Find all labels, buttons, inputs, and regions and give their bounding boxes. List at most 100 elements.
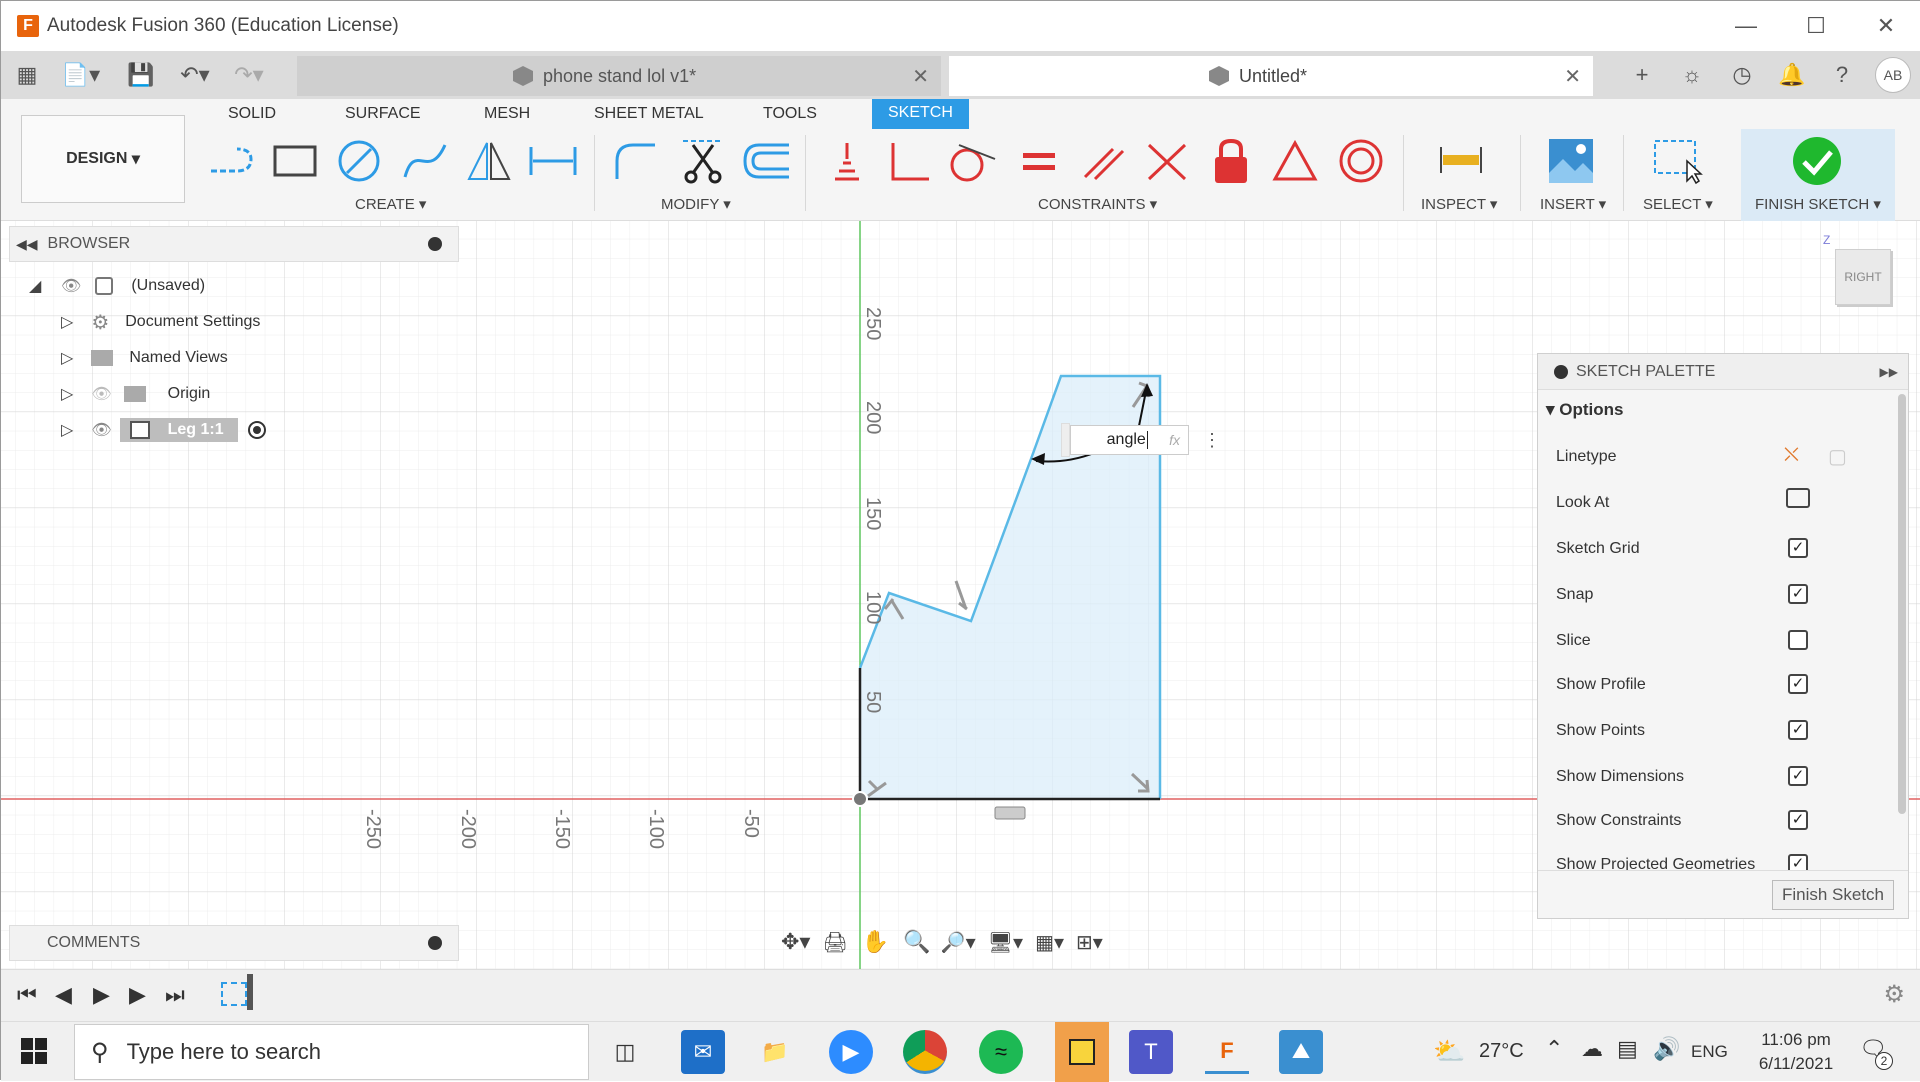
trim-scissors-icon[interactable] [677, 133, 729, 189]
zoom-window-icon[interactable]: 🔎▾ [941, 930, 976, 955]
ws-tab-sketch[interactable]: SKETCH [872, 99, 969, 129]
file-explorer-icon[interactable]: 📁 [753, 1030, 797, 1074]
file-menu-icon[interactable]: 📄▾ [61, 51, 101, 99]
browser-item-origin[interactable]: ▷ 👁 Origin [61, 379, 210, 409]
group-constraints[interactable]: CONSTRAINTS ▾ [1038, 195, 1157, 213]
group-modify[interactable]: MODIFY ▾ [661, 195, 731, 213]
redo-icon[interactable]: ↷▾ [229, 51, 269, 99]
expand-triangle-icon[interactable]: ▷ [61, 384, 73, 404]
job-status-clock-icon[interactable]: ◷ [1717, 62, 1767, 88]
tab-close-icon[interactable]: ✕ [912, 64, 929, 89]
notifications-bell-icon[interactable]: 🔔 [1767, 62, 1817, 88]
finish-sketch-check-icon[interactable] [1791, 133, 1843, 189]
timeline-marker[interactable] [247, 974, 253, 1010]
extensions-icon[interactable]: ☼ [1667, 62, 1717, 88]
orbit-icon[interactable]: ✥▾ [781, 929, 810, 955]
dimension-value-field[interactable]: angle fx [1069, 425, 1189, 455]
group-create[interactable]: CREATE ▾ [355, 195, 426, 213]
timeline-settings-gear-icon[interactable]: ⚙ [1883, 980, 1905, 1009]
look-at-icon[interactable] [1786, 488, 1810, 508]
tab-close-icon[interactable]: ✕ [1564, 64, 1581, 89]
browser-root-item[interactable]: ◢ 👁 (Unsaved) [29, 271, 205, 301]
viewports-icon[interactable]: ⊞▾ [1076, 930, 1103, 955]
activate-radio-icon[interactable] [247, 421, 266, 439]
show-constraints-checkbox[interactable]: ✓ [1788, 810, 1808, 830]
more-options-icon[interactable]: ⋮ [1203, 430, 1221, 451]
data-panel-grid-icon[interactable]: ▦ [7, 51, 47, 99]
tab-phone-stand[interactable]: phone stand lol v1* ✕ [297, 56, 941, 96]
input-grip[interactable] [1061, 423, 1070, 457]
group-inspect[interactable]: INSPECT ▾ [1421, 195, 1497, 213]
photos-icon[interactable]: ⛰ [1279, 1030, 1323, 1074]
concentric-constraint-icon[interactable] [1335, 133, 1387, 189]
go-to-start-icon[interactable]: ⏮ [17, 982, 37, 1008]
workspace-switcher[interactable]: DESIGN ▾ [21, 115, 185, 203]
line-tool-icon[interactable] [205, 133, 257, 189]
finish-sketch-button[interactable]: Finish Sketch [1772, 880, 1894, 910]
sticky-notes-icon[interactable] [1055, 1022, 1109, 1082]
taskbar-search[interactable]: ⚲ Type here to search [74, 1024, 589, 1080]
group-insert[interactable]: INSERT ▾ [1540, 195, 1606, 213]
tab-untitled[interactable]: Untitled* ✕ [949, 56, 1593, 96]
dimension-tool-icon[interactable] [527, 133, 579, 189]
mirror-tool-icon[interactable] [463, 133, 515, 189]
minimize-button[interactable]: — [1711, 1, 1781, 51]
slice-checkbox[interactable] [1788, 630, 1808, 650]
user-avatar[interactable]: AB [1875, 57, 1911, 93]
fusion-taskbar-icon[interactable]: F [1205, 1030, 1249, 1074]
clock[interactable]: 11:06 pm 6/11/2021 [1741, 1028, 1851, 1076]
coincident-constraint-icon[interactable] [821, 133, 873, 189]
grid-settings-icon[interactable]: ▦▾ [1035, 930, 1064, 955]
browser-item-sketch-leg[interactable]: ▷ 👁 Leg 1:1 [61, 415, 266, 445]
maximize-button[interactable]: ☐ [1781, 1, 1851, 51]
display-settings-icon[interactable]: 🖥▾ [988, 930, 1023, 955]
save-icon[interactable]: 💾 [121, 51, 161, 99]
fillet-tool-icon[interactable] [609, 133, 661, 189]
hidden-eye-icon[interactable]: 👁 [91, 384, 111, 404]
volume-icon[interactable]: 🔊 [1653, 1036, 1680, 1062]
play-icon[interactable]: ▶ [93, 982, 110, 1008]
visibility-eye-icon[interactable]: 👁 [61, 276, 81, 296]
browser-minimize-icon[interactable] [428, 237, 442, 251]
spline-tool-icon[interactable] [399, 133, 451, 189]
group-select[interactable]: SELECT ▾ [1643, 195, 1713, 213]
weather-cloud-icon[interactable]: ⛅ [1433, 1036, 1465, 1067]
palette-expand-icon[interactable]: ▶▶ [1880, 365, 1898, 379]
new-tab-plus-icon[interactable]: + [1617, 62, 1667, 88]
expand-triangle-icon[interactable]: ▷ [61, 420, 73, 440]
viewcube[interactable]: Z RIGHT [1811, 231, 1911, 321]
undo-icon[interactable]: ↶▾ [175, 51, 215, 99]
comments-panel[interactable]: COMMENTS [9, 925, 459, 961]
weather-temp[interactable]: 27°C [1479, 1040, 1524, 1063]
visibility-eye-icon[interactable]: 👁 [91, 420, 111, 440]
construction-linetype-icon[interactable]: ⛌ [1784, 444, 1799, 467]
go-to-end-icon[interactable]: ⏭ [165, 982, 185, 1008]
insert-image-icon[interactable] [1545, 133, 1597, 189]
ws-tab-mesh[interactable]: MESH [484, 105, 530, 123]
centerline-linetype-icon[interactable]: ▢ [1828, 444, 1847, 469]
expand-triangle-icon[interactable]: ▷ [61, 348, 73, 368]
windows-start-icon[interactable] [21, 1038, 47, 1064]
show-hidden-icons-chevron-icon[interactable]: ⌃ [1545, 1036, 1563, 1062]
timeline-sketch-icon[interactable] [221, 982, 247, 1006]
collapse-triangle-icon[interactable]: ◢ [29, 276, 47, 296]
show-points-checkbox[interactable]: ✓ [1788, 720, 1808, 740]
palette-minus-icon[interactable] [1554, 364, 1568, 379]
collapse-browser-icon[interactable]: ◀◀ [16, 236, 38, 253]
angle-dimension-input[interactable]: angle fx ⋮ [1061, 423, 1221, 457]
parallel-constraint-icon[interactable] [1077, 133, 1129, 189]
intersect-constraint-icon[interactable] [1141, 133, 1193, 189]
offset-tool-icon[interactable] [741, 133, 793, 189]
browser-item-document-settings[interactable]: ▷ ⚙ Document Settings [61, 307, 260, 337]
add-comment-icon[interactable] [428, 936, 442, 950]
options-section-header[interactable]: ▾ Options [1546, 400, 1623, 420]
fx-icon[interactable]: fx [1169, 432, 1180, 448]
show-profile-checkbox[interactable]: ✓ [1788, 674, 1808, 694]
rectangle-tool-icon[interactable] [269, 133, 321, 189]
group-finish-sketch[interactable]: FINISH SKETCH ▾ [1755, 195, 1881, 213]
symmetry-triangle-icon[interactable] [1269, 133, 1321, 189]
ws-tab-solid[interactable]: SOLID [228, 105, 276, 123]
step-back-icon[interactable]: ◀ [55, 982, 72, 1008]
ws-tab-surface[interactable]: SURFACE [345, 105, 421, 123]
ws-tab-tools[interactable]: TOOLS [763, 105, 817, 123]
